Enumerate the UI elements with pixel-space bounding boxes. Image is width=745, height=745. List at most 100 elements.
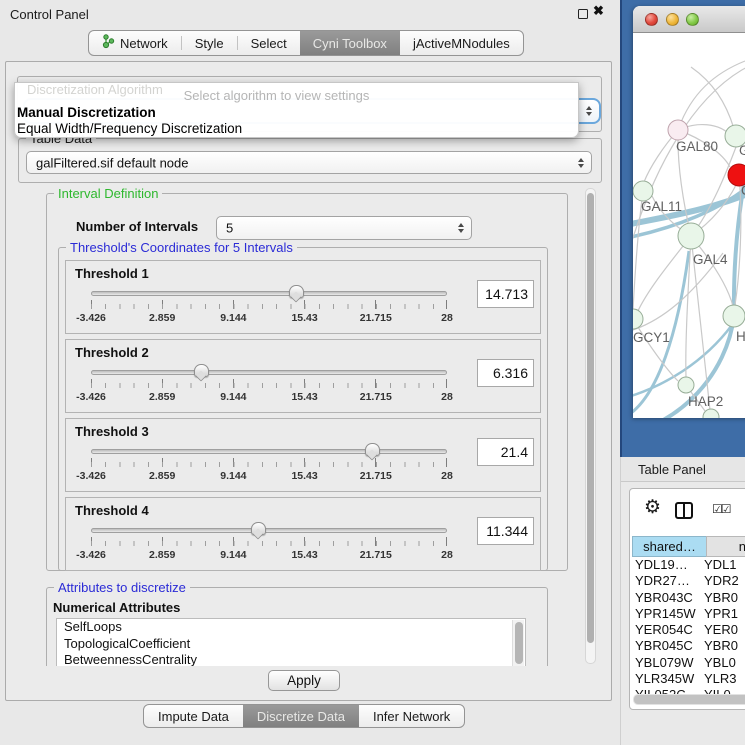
close-icon[interactable]: ✖ — [593, 3, 604, 19]
table-row[interactable]: YDL19… YDL1 — [632, 557, 745, 573]
label-partial-h: H — [736, 329, 745, 344]
threshold-label: Threshold 2 — [75, 345, 149, 360]
slider-minor-ticks — [91, 383, 447, 388]
horizontal-scrollbar[interactable] — [633, 694, 745, 705]
threshold-value-field[interactable]: 11.344 — [477, 517, 534, 545]
interval-definition-title: Interval Definition — [54, 186, 162, 201]
combo-stepper-icon — [458, 220, 464, 236]
dropdown-option-manual[interactable]: Manual Discretization — [17, 105, 156, 120]
tab-impute-data[interactable]: Impute Data — [144, 705, 243, 727]
list-item[interactable]: SelfLoops — [57, 619, 525, 636]
threshold-value-field[interactable]: 6.316 — [477, 359, 534, 387]
table-row[interactable]: YER054C YER0 — [632, 622, 745, 638]
slider-tick-labels: -3.426 2.859 9.144 15.43 21.715 28 — [91, 391, 447, 405]
gear-icon[interactable]: ⚙ — [644, 498, 661, 517]
table-row[interactable]: YPR145W YPR1 — [632, 606, 745, 622]
column-header-name[interactable]: na — [706, 536, 745, 557]
table-panel-title: Table Panel — [638, 462, 706, 477]
slider-track[interactable] — [91, 291, 447, 296]
table-header-row: shared… na — [632, 536, 745, 557]
horizontal-scrollbar-thumb[interactable] — [634, 695, 745, 704]
tab-jactivemnodules[interactable]: jActiveMNodules — [400, 31, 523, 55]
slider-thumb[interactable] — [289, 285, 304, 298]
thresholds-group-title: Threshold's Coordinates for 5 Intervals — [66, 240, 297, 255]
network-window: GAL80 GA C GAL11 GAL4 GCY1 H HAP2 — [633, 6, 745, 418]
node-gcy1[interactable] — [633, 309, 643, 329]
network-canvas[interactable]: GAL80 GA C GAL11 GAL4 GCY1 H HAP2 — [633, 33, 745, 418]
slider-track[interactable] — [91, 449, 447, 454]
slider-thumb[interactable] — [251, 522, 266, 535]
table-data-combobox[interactable]: galFiltered.sif default node — [26, 151, 592, 174]
table-row[interactable]: YBR043C YBR0 — [632, 590, 745, 606]
table-row[interactable]: YBL079W YBL0 — [632, 655, 745, 671]
node-gal11[interactable] — [633, 181, 653, 201]
network-window-titlebar[interactable] — [633, 6, 745, 33]
zoom-traffic-light-icon[interactable] — [686, 13, 699, 26]
number-of-intervals-value: 5 — [226, 221, 233, 236]
node-pink[interactable] — [668, 120, 688, 140]
threshold-slider: -3.426 2.859 9.144 15.43 21.715 28 — [91, 522, 447, 568]
combo-stepper-icon — [586, 103, 592, 119]
list-item[interactable]: TopologicalCoefficient — [57, 636, 525, 653]
network-icon — [102, 34, 115, 52]
dropdown-hint-option[interactable]: Select algorithm to view settings — [15, 88, 538, 103]
slider-thumb[interactable] — [365, 443, 380, 456]
tab-network[interactable]: Network — [89, 31, 181, 55]
list-scrollbar-thumb[interactable] — [515, 622, 523, 664]
close-traffic-light-icon[interactable] — [645, 13, 658, 26]
columns-icon[interactable] — [675, 502, 693, 519]
checkboxes-icon[interactable]: ☑☑ — [712, 502, 730, 516]
label-gal4: GAL4 — [693, 252, 728, 267]
panel-title: Control Panel — [10, 7, 89, 22]
settings-scroll-area: Interval Definition Number of Intervals … — [11, 186, 601, 666]
tab-style[interactable]: Style — [182, 31, 237, 55]
tab-network-label: Network — [120, 36, 168, 51]
table-panel-region: Table Panel ⚙ ☑☑ shared… na YDL19… YDL1 … — [620, 457, 745, 745]
threshold-value-field[interactable]: 14.713 — [477, 280, 534, 308]
number-of-intervals-combobox[interactable]: 5 — [216, 216, 472, 240]
algorithm-dropdown-popup: Discretization Algorithm Select algorith… — [14, 82, 579, 138]
threshold-slider: -3.426 2.859 9.144 15.43 21.715 28 — [91, 443, 447, 489]
bottom-tabbar: Impute Data Discretize Data Infer Networ… — [143, 704, 465, 728]
slider-track[interactable] — [91, 528, 447, 533]
float-window-icon[interactable] — [578, 9, 588, 19]
thresholds-group: Threshold's Coordinates for 5 Intervals … — [58, 247, 548, 571]
table-row[interactable]: YDR27… YDR2 — [632, 573, 745, 589]
tab-cyni-toolbox[interactable]: Cyni Toolbox — [300, 31, 400, 55]
list-scrollbar[interactable] — [512, 620, 524, 666]
dropdown-option-equal-width[interactable]: Equal Width/Frequency Discretization — [17, 121, 242, 136]
settings-scrollbar[interactable] — [585, 188, 596, 664]
table-row[interactable]: YLR345W YLR3 — [632, 671, 745, 687]
tab-infer-network[interactable]: Infer Network — [359, 705, 464, 727]
node-hap2[interactable] — [678, 377, 694, 393]
tab-discretize-data[interactable]: Discretize Data — [243, 705, 359, 727]
minimize-traffic-light-icon[interactable] — [666, 13, 679, 26]
tab-select[interactable]: Select — [238, 31, 300, 55]
settings-scrollbar-thumb[interactable] — [587, 193, 594, 643]
slider-tick-labels: -3.426 2.859 9.144 15.43 21.715 28 — [91, 470, 447, 484]
label-gcy1: GCY1 — [633, 330, 670, 345]
apply-button[interactable]: Apply — [268, 670, 340, 691]
node-right[interactable] — [723, 305, 745, 327]
label-gal11: GAL11 — [641, 199, 682, 214]
right-region: GAL80 GA C GAL11 GAL4 GCY1 H HAP2 Table … — [620, 0, 745, 745]
node-bottom-partial[interactable] — [703, 409, 719, 418]
table-panel-box: ⚙ ☑☑ shared… na YDL19… YDL1 YDR27… YDR2 — [629, 488, 745, 710]
slider-minor-ticks — [91, 541, 447, 546]
slider-tick-labels: -3.426 2.859 9.144 15.43 21.715 28 — [91, 549, 447, 563]
threshold-label: Threshold 4 — [75, 503, 149, 518]
threshold-value-field[interactable]: 21.4 — [477, 438, 534, 466]
node-gal4[interactable] — [678, 223, 704, 249]
slider-minor-ticks — [91, 462, 447, 467]
cyni-toolbox-panel: Discretization Algorithm Select algorith… — [5, 61, 612, 701]
slider-track[interactable] — [91, 370, 447, 375]
column-header-shared[interactable]: shared… — [632, 536, 707, 557]
label-partial-c: C — [741, 183, 745, 198]
slider-thumb[interactable] — [194, 364, 209, 377]
slider-minor-ticks — [91, 304, 447, 309]
table-row[interactable]: YBR045C YBR0 — [632, 638, 745, 654]
numerical-attributes-list: SelfLoops TopologicalCoefficient Between… — [56, 618, 526, 666]
table-data-value: galFiltered.sif default node — [36, 155, 188, 170]
list-item[interactable]: BetweennessCentrality — [57, 652, 525, 666]
table-panel-header: Table Panel — [621, 457, 745, 482]
